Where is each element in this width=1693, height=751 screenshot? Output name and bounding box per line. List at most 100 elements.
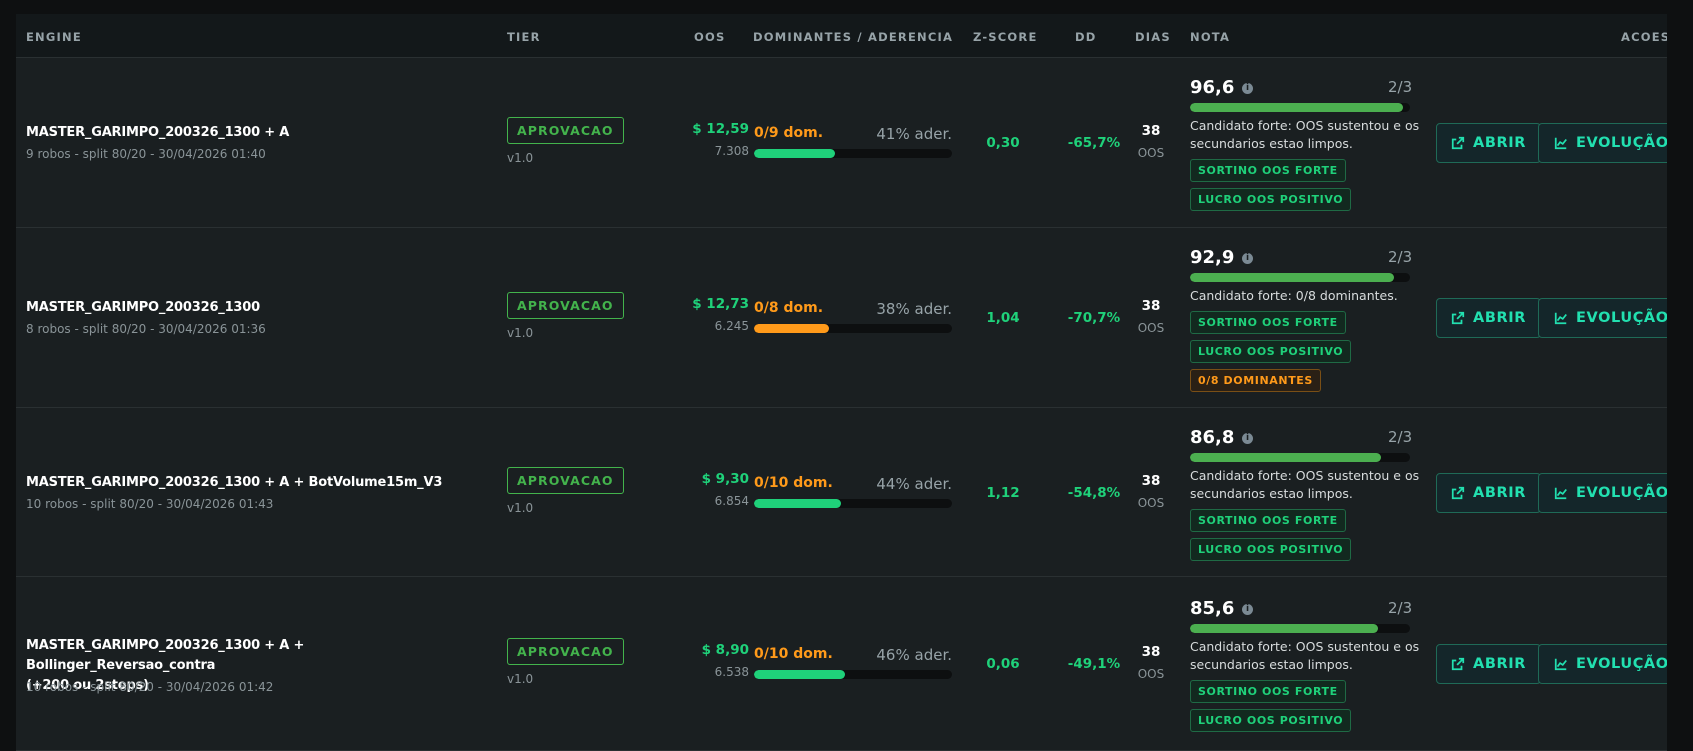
aderencia-label: 41% ader.	[876, 125, 952, 143]
nota-text: Candidato forte: OOS sustentou e os secu…	[1190, 639, 1420, 672]
status-badge: SORTINO OOS FORTE	[1190, 508, 1346, 532]
engine-meta: 8 robos - split 80/20 - 30/04/2026 01:36	[26, 322, 266, 336]
nota-score: 85,6	[1190, 598, 1235, 619]
aderencia-label: 38% ader.	[876, 300, 952, 318]
zscore-value: 0,06	[986, 656, 1020, 672]
aderencia-label: 46% ader.	[876, 646, 952, 664]
nota-fraction: 2/3	[1388, 427, 1413, 446]
col-oos[interactable]: OOS	[694, 30, 725, 44]
engine-name[interactable]: MASTER_GARIMPO_200326_1300 + A + BotVolu…	[26, 473, 486, 493]
open-button[interactable]: ABRIR	[1436, 472, 1541, 513]
line-chart-icon	[1554, 657, 1568, 671]
external-link-icon	[1451, 657, 1465, 671]
status-badge: LUCRO OOS POSITIVO	[1190, 339, 1352, 363]
nota-fraction: 2/3	[1388, 78, 1413, 96]
nota-bar-fill	[1190, 103, 1403, 112]
external-link-icon	[1451, 486, 1465, 500]
line-chart-icon	[1554, 311, 1568, 325]
nota-bar	[1190, 624, 1410, 633]
nota-fraction: 2/3	[1388, 247, 1413, 266]
info-icon[interactable]: i	[1242, 432, 1253, 444]
engine-meta: 10 robos - split 80/20 - 30/04/2026 01:4…	[26, 496, 274, 511]
engine-name[interactable]: MASTER_GARIMPO_200326_1300	[26, 298, 486, 318]
nota-bar	[1190, 272, 1410, 282]
col-nota[interactable]: NOTA	[1190, 30, 1230, 44]
status-badge: LUCRO OOS POSITIVO	[1190, 709, 1352, 732]
evolution-button[interactable]: EVOLUÇÃO	[1538, 123, 1667, 163]
nota-bar	[1190, 452, 1410, 462]
col-engine[interactable]: ENGINE	[26, 30, 82, 44]
nota-score: 92,9	[1190, 246, 1235, 268]
oos-trades: 7.308	[714, 144, 749, 158]
line-chart-icon	[1554, 486, 1568, 500]
zscore-value: 1,12	[986, 484, 1020, 501]
col-dias[interactable]: DIAS	[1135, 30, 1171, 44]
nota-bar-fill	[1190, 452, 1381, 462]
tier-version: v1.0	[507, 500, 534, 515]
col-tier[interactable]: TIER	[507, 30, 541, 44]
open-button[interactable]: ABRIR	[1436, 644, 1541, 684]
nota-text: Candidato forte: OOS sustentou e os secu…	[1190, 118, 1420, 151]
drawdown-value: -70,7%	[1067, 310, 1121, 326]
engine-meta: 9 robos - split 80/20 - 30/04/2026 01:40	[26, 147, 266, 161]
aderencia-bar-fill	[754, 324, 830, 333]
zscore-value: 1,04	[986, 310, 1020, 326]
dominantes-label: 0/9 dom.	[754, 125, 824, 141]
col-dominantes[interactable]: DOMINANTES / ADERENCIA	[753, 30, 953, 44]
open-button[interactable]: ABRIR	[1436, 298, 1541, 338]
aderencia-bar	[754, 324, 952, 333]
evolution-button[interactable]: EVOLUÇÃO	[1538, 644, 1667, 684]
open-button[interactable]: ABRIR	[1436, 123, 1541, 163]
col-dd[interactable]: DD	[1075, 30, 1097, 44]
tier-version: v1.0	[507, 326, 534, 340]
table-header: ENGINE TIER OOS DOMINANTES / ADERENCIA Z…	[16, 14, 1667, 58]
dias-value: 38	[1141, 298, 1161, 314]
info-icon[interactable]: i	[1242, 604, 1253, 615]
engine-meta: 10 robos - split 80/20 - 30/04/2026 01:4…	[26, 680, 274, 694]
status-badge: LUCRO OOS POSITIVO	[1190, 537, 1352, 561]
aderencia-bar	[754, 498, 952, 508]
drawdown-value: -49,1%	[1067, 656, 1121, 672]
table-row[interactable]: MASTER_GARIMPO_200326_1300 + A + Bolling…	[16, 577, 1667, 751]
nota-text: Candidato forte: 0/8 dominantes.	[1190, 287, 1398, 303]
nota-text: Candidato forte: OOS sustentou e os secu…	[1190, 467, 1420, 501]
external-link-icon	[1451, 311, 1465, 325]
dias-label: OOS	[1137, 495, 1165, 510]
dominantes-label: 0/10 dom.	[754, 474, 833, 491]
status-badge: SORTINO OOS FORTE	[1190, 680, 1346, 703]
table-row[interactable]: MASTER_GARIMPO_200326_1300 8 robos - spl…	[16, 228, 1667, 408]
dominantes-label: 0/10 dom.	[754, 646, 833, 662]
oos-trades: 6.538	[714, 665, 749, 679]
oos-value: $ 8,90	[701, 642, 749, 658]
zscore-value: 0,30	[986, 135, 1020, 151]
table-row[interactable]: MASTER_GARIMPO_200326_1300 + A 9 robos -…	[16, 58, 1667, 228]
evolution-button[interactable]: EVOLUÇÃO	[1538, 472, 1667, 513]
nota-score: 96,6	[1190, 77, 1235, 98]
status-badge: LUCRO OOS POSITIVO	[1190, 188, 1352, 211]
aderencia-label: 44% ader.	[876, 474, 952, 493]
tier-version: v1.0	[507, 672, 534, 686]
line-chart-icon	[1554, 136, 1568, 150]
tier-badge: APROVACAO	[507, 117, 624, 144]
table-row[interactable]: MASTER_GARIMPO_200326_1300 + A + BotVolu…	[16, 408, 1667, 577]
aderencia-bar-fill	[754, 149, 836, 158]
oos-value: $ 12,73	[692, 296, 749, 312]
dias-label: OOS	[1137, 146, 1165, 160]
tier-version: v1.0	[507, 151, 534, 165]
info-icon[interactable]: i	[1242, 83, 1253, 94]
aderencia-bar-fill	[754, 670, 846, 679]
info-icon[interactable]: i	[1242, 252, 1253, 264]
oos-value: $ 12,59	[692, 121, 749, 137]
dias-label: OOS	[1137, 667, 1165, 681]
external-link-icon	[1451, 136, 1465, 150]
nota-bar-fill	[1190, 272, 1395, 282]
nota-bar	[1190, 103, 1410, 112]
aderencia-bar	[754, 149, 952, 158]
nota-bar-fill	[1190, 624, 1379, 633]
col-zscore[interactable]: Z-SCORE	[973, 30, 1038, 44]
status-badge: 0/8 DOMINANTES	[1190, 368, 1321, 392]
engine-name[interactable]: MASTER_GARIMPO_200326_1300 + A	[26, 123, 486, 143]
oos-value: $ 9,30	[701, 470, 749, 487]
evolution-button[interactable]: EVOLUÇÃO	[1538, 298, 1667, 338]
drawdown-value: -54,8%	[1067, 484, 1121, 501]
